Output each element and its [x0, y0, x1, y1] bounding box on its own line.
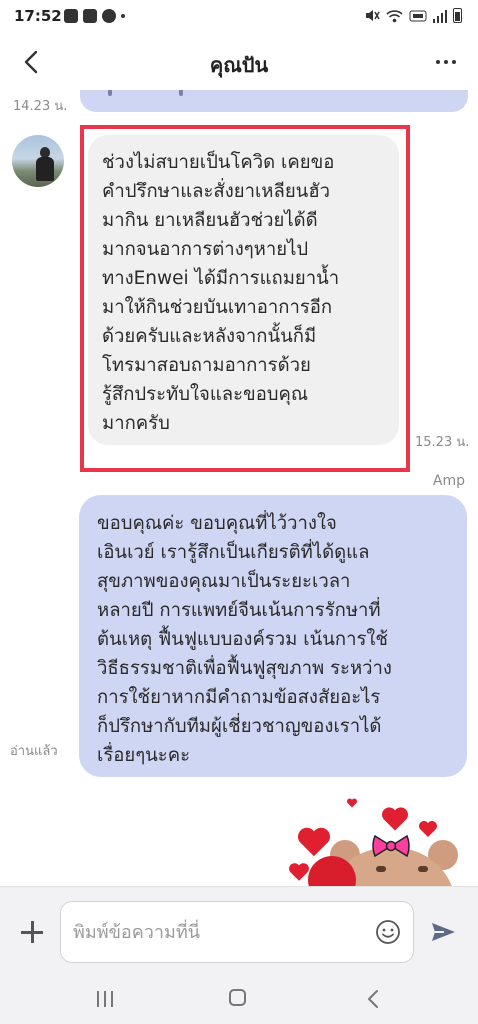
- incoming-message-time: 15.23 น.: [415, 435, 470, 450]
- read-receipt: อ่านแล้ว: [10, 744, 58, 759]
- battery-icon: [453, 8, 462, 23]
- avatar[interactable]: [12, 135, 64, 187]
- back-icon[interactable]: [364, 989, 382, 1009]
- sender-name: Amp: [432, 473, 465, 489]
- chat-title: คุณปัน: [209, 53, 269, 77]
- heart-icon: [347, 798, 357, 808]
- wifi-icon: [386, 10, 403, 23]
- status-time: 17:52: [14, 7, 62, 25]
- message-input-bar: [0, 886, 478, 975]
- home-icon[interactable]: [229, 989, 246, 1006]
- incoming-message-bubble[interactable]: ช่วงไม่สบายเป็นโควิด เคยขอ คำปรึกษาและสั…: [88, 135, 399, 445]
- heart-icon: [298, 827, 330, 857]
- recent-apps-icon[interactable]: [94, 991, 116, 1007]
- more-button[interactable]: [428, 48, 464, 76]
- plus-icon[interactable]: [18, 917, 48, 947]
- chat-header: คุณปัน: [0, 34, 478, 90]
- image-icon: [83, 9, 97, 23]
- outgoing-message-bubble[interactable]: ขอบคุณค่ะ ขอบคุณที่ไว้วางใจ เอินเวย์ เรา…: [79, 495, 467, 777]
- dot-icon: [121, 14, 125, 18]
- signal-icon: [433, 10, 447, 23]
- system-icons: [364, 8, 462, 23]
- emoji-icon[interactable]: [375, 919, 401, 945]
- previous-message-bubble: [80, 90, 468, 112]
- message-input[interactable]: [60, 901, 414, 963]
- system-nav-bar: [0, 974, 478, 1024]
- more-horizontal-icon: [436, 60, 440, 64]
- mute-icon: [366, 10, 380, 21]
- previous-message-time: 14.23 น.: [13, 99, 68, 114]
- notification-l-icon: [64, 9, 78, 23]
- sticker-image[interactable]: [288, 796, 478, 886]
- chat-area[interactable]: 14.23 น. ช่วงไม่สบายเป็นโควิด เคยขอ คำปร…: [0, 90, 478, 886]
- notification-icons: [64, 9, 125, 23]
- status-bar: 17:52: [0, 0, 478, 34]
- volte-icon: [409, 10, 427, 22]
- send-icon[interactable]: [428, 917, 458, 947]
- heart-icon: [382, 807, 408, 831]
- heart-icon: [289, 863, 309, 881]
- line-icon: [102, 9, 116, 23]
- bow-icon: [372, 834, 410, 858]
- heart-icon: [419, 821, 437, 837]
